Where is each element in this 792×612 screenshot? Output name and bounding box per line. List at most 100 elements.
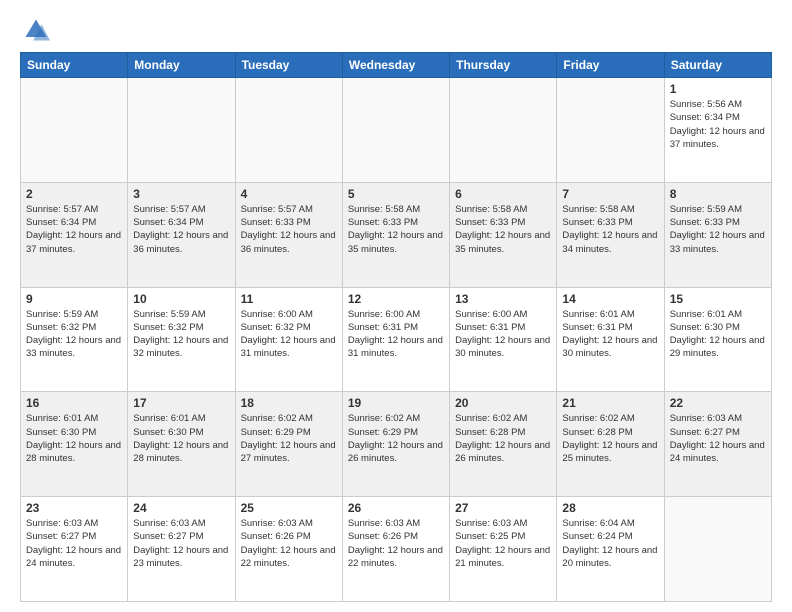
- calendar-cell-4-3: 18Sunrise: 6:02 AM Sunset: 6:29 PM Dayli…: [235, 392, 342, 497]
- weekday-header-wednesday: Wednesday: [342, 53, 449, 78]
- day-number: 12: [348, 292, 444, 306]
- day-info: Sunrise: 6:00 AM Sunset: 6:31 PM Dayligh…: [348, 308, 444, 361]
- logo: [20, 16, 52, 44]
- day-number: 17: [133, 396, 229, 410]
- calendar-cell-2-2: 3 Sunrise: 5:57 AM Sunset: 6:34 PM Daylig…: [128, 182, 235, 287]
- calendar-cell-4-7: 22 Sunrise: 6:03 AM Sunset: 6:27 PM Dayli…: [664, 392, 771, 497]
- calendar-cell-3-3: 11 Sunrise: 6:00 AM Sunset: 6:32 PM Dayli…: [235, 287, 342, 392]
- weekday-header-row: SundayMondayTuesdayWednesdayThursdayFrid…: [21, 53, 772, 78]
- day-info: Sunrise: 6:03 AM Sunset: 6:25 PM Dayligh…: [455, 517, 551, 570]
- calendar-cell-5-1: 23Sunrise: 6:03 AM Sunset: 6:27 PM Dayli…: [21, 497, 128, 602]
- calendar-week-row-5: 23Sunrise: 6:03 AM Sunset: 6:27 PM Dayli…: [21, 497, 772, 602]
- calendar-cell-3-5: 13 Sunrise: 6:00 AM Sunset: 6:31 PM Dayli…: [450, 287, 557, 392]
- day-number: 2: [26, 187, 122, 201]
- logo-icon: [22, 16, 50, 44]
- day-number: 25: [241, 501, 337, 515]
- day-number: 15: [670, 292, 766, 306]
- calendar-cell-1-2: [128, 78, 235, 183]
- day-info: Sunrise: 5:56 AM Sunset: 6:34 PM Dayligh…: [670, 98, 766, 151]
- day-info: Sunrise: 6:01 AM Sunset: 6:30 PM Dayligh…: [26, 412, 122, 465]
- day-number: 27: [455, 501, 551, 515]
- calendar-cell-2-4: 5 Sunrise: 5:58 AM Sunset: 6:33 PM Daylig…: [342, 182, 449, 287]
- calendar-cell-1-6: [557, 78, 664, 183]
- day-info: Sunrise: 6:03 AM Sunset: 6:27 PM Dayligh…: [670, 412, 766, 465]
- weekday-header-sunday: Sunday: [21, 53, 128, 78]
- day-info: Sunrise: 6:03 AM Sunset: 6:26 PM Dayligh…: [241, 517, 337, 570]
- day-info: Sunrise: 5:57 AM Sunset: 6:34 PM Dayligh…: [26, 203, 122, 256]
- header: [20, 16, 772, 44]
- calendar-cell-4-2: 17 Sunrise: 6:01 AM Sunset: 6:30 PM Dayli…: [128, 392, 235, 497]
- day-number: 18: [241, 396, 337, 410]
- calendar-cell-4-4: 19Sunrise: 6:02 AM Sunset: 6:29 PM Dayli…: [342, 392, 449, 497]
- day-info: Sunrise: 5:59 AM Sunset: 6:33 PM Dayligh…: [670, 203, 766, 256]
- day-info: Sunrise: 5:57 AM Sunset: 6:34 PM Dayligh…: [133, 203, 229, 256]
- day-info: Sunrise: 5:58 AM Sunset: 6:33 PM Dayligh…: [348, 203, 444, 256]
- day-number: 23: [26, 501, 122, 515]
- day-number: 3: [133, 187, 229, 201]
- calendar-cell-5-7: [664, 497, 771, 602]
- day-info: Sunrise: 6:01 AM Sunset: 6:30 PM Dayligh…: [670, 308, 766, 361]
- day-number: 21: [562, 396, 658, 410]
- day-info: Sunrise: 6:00 AM Sunset: 6:31 PM Dayligh…: [455, 308, 551, 361]
- calendar-cell-2-7: 8 Sunrise: 5:59 AM Sunset: 6:33 PM Daylig…: [664, 182, 771, 287]
- day-number: 26: [348, 501, 444, 515]
- calendar-cell-3-2: 10 Sunrise: 5:59 AM Sunset: 6:32 PM Dayli…: [128, 287, 235, 392]
- day-info: Sunrise: 5:57 AM Sunset: 6:33 PM Dayligh…: [241, 203, 337, 256]
- day-info: Sunrise: 6:01 AM Sunset: 6:30 PM Dayligh…: [133, 412, 229, 465]
- day-number: 13: [455, 292, 551, 306]
- day-number: 8: [670, 187, 766, 201]
- weekday-header-thursday: Thursday: [450, 53, 557, 78]
- day-number: 20: [455, 396, 551, 410]
- day-number: 4: [241, 187, 337, 201]
- day-number: 24: [133, 501, 229, 515]
- day-info: Sunrise: 6:02 AM Sunset: 6:28 PM Dayligh…: [455, 412, 551, 465]
- calendar-cell-1-4: [342, 78, 449, 183]
- calendar-cell-1-1: [21, 78, 128, 183]
- day-number: 19: [348, 396, 444, 410]
- calendar-cell-2-1: 2 Sunrise: 5:57 AM Sunset: 6:34 PM Daylig…: [21, 182, 128, 287]
- day-number: 7: [562, 187, 658, 201]
- day-info: Sunrise: 5:59 AM Sunset: 6:32 PM Dayligh…: [26, 308, 122, 361]
- day-info: Sunrise: 6:00 AM Sunset: 6:32 PM Dayligh…: [241, 308, 337, 361]
- day-info: Sunrise: 5:58 AM Sunset: 6:33 PM Dayligh…: [455, 203, 551, 256]
- day-info: Sunrise: 5:59 AM Sunset: 6:32 PM Dayligh…: [133, 308, 229, 361]
- calendar-cell-5-6: 28 Sunrise: 6:04 AM Sunset: 6:24 PM Dayli…: [557, 497, 664, 602]
- page: SundayMondayTuesdayWednesdayThursdayFrid…: [0, 0, 792, 612]
- day-number: 22: [670, 396, 766, 410]
- weekday-header-monday: Monday: [128, 53, 235, 78]
- day-number: 14: [562, 292, 658, 306]
- day-info: Sunrise: 6:04 AM Sunset: 6:24 PM Dayligh…: [562, 517, 658, 570]
- calendar-cell-1-3: [235, 78, 342, 183]
- calendar-cell-5-4: 26 Sunrise: 6:03 AM Sunset: 6:26 PM Dayli…: [342, 497, 449, 602]
- calendar-cell-1-5: [450, 78, 557, 183]
- weekday-header-tuesday: Tuesday: [235, 53, 342, 78]
- day-number: 1: [670, 82, 766, 96]
- calendar-cell-3-7: 15 Sunrise: 6:01 AM Sunset: 6:30 PM Dayli…: [664, 287, 771, 392]
- calendar-week-row-2: 2 Sunrise: 5:57 AM Sunset: 6:34 PM Daylig…: [21, 182, 772, 287]
- day-number: 16: [26, 396, 122, 410]
- calendar-cell-3-6: 14 Sunrise: 6:01 AM Sunset: 6:31 PM Dayli…: [557, 287, 664, 392]
- day-number: 28: [562, 501, 658, 515]
- calendar-cell-1-7: 1 Sunrise: 5:56 AM Sunset: 6:34 PM Daylig…: [664, 78, 771, 183]
- calendar-cell-3-4: 12 Sunrise: 6:00 AM Sunset: 6:31 PM Dayli…: [342, 287, 449, 392]
- day-number: 6: [455, 187, 551, 201]
- day-number: 11: [241, 292, 337, 306]
- day-info: Sunrise: 5:58 AM Sunset: 6:33 PM Dayligh…: [562, 203, 658, 256]
- day-number: 5: [348, 187, 444, 201]
- day-number: 10: [133, 292, 229, 306]
- day-info: Sunrise: 6:03 AM Sunset: 6:26 PM Dayligh…: [348, 517, 444, 570]
- day-info: Sunrise: 6:01 AM Sunset: 6:31 PM Dayligh…: [562, 308, 658, 361]
- day-number: 9: [26, 292, 122, 306]
- calendar-cell-2-5: 6 Sunrise: 5:58 AM Sunset: 6:33 PM Daylig…: [450, 182, 557, 287]
- calendar-week-row-1: 1 Sunrise: 5:56 AM Sunset: 6:34 PM Daylig…: [21, 78, 772, 183]
- calendar-cell-5-5: 27 Sunrise: 6:03 AM Sunset: 6:25 PM Dayli…: [450, 497, 557, 602]
- calendar-week-row-4: 16 Sunrise: 6:01 AM Sunset: 6:30 PM Dayli…: [21, 392, 772, 497]
- calendar-cell-2-6: 7 Sunrise: 5:58 AM Sunset: 6:33 PM Daylig…: [557, 182, 664, 287]
- calendar-cell-4-6: 21Sunrise: 6:02 AM Sunset: 6:28 PM Dayli…: [557, 392, 664, 497]
- calendar-cell-3-1: 9 Sunrise: 5:59 AM Sunset: 6:32 PM Daylig…: [21, 287, 128, 392]
- calendar-cell-4-5: 20 Sunrise: 6:02 AM Sunset: 6:28 PM Dayli…: [450, 392, 557, 497]
- calendar-cell-5-3: 25 Sunrise: 6:03 AM Sunset: 6:26 PM Dayli…: [235, 497, 342, 602]
- calendar-cell-2-3: 4 Sunrise: 5:57 AM Sunset: 6:33 PM Daylig…: [235, 182, 342, 287]
- calendar-cell-4-1: 16 Sunrise: 6:01 AM Sunset: 6:30 PM Dayli…: [21, 392, 128, 497]
- calendar-week-row-3: 9 Sunrise: 5:59 AM Sunset: 6:32 PM Daylig…: [21, 287, 772, 392]
